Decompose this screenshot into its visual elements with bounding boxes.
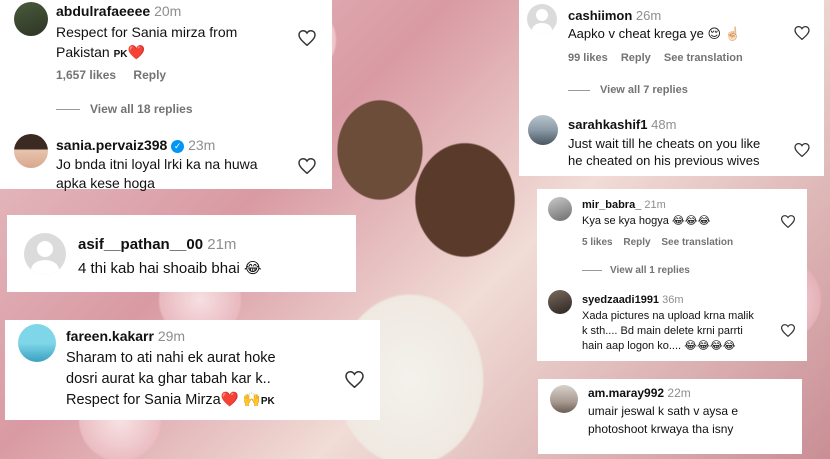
- comment-text: Sharam to ati nahi ek aurat hoke dosri a…: [66, 350, 276, 408]
- username[interactable]: mir_babra_: [582, 199, 641, 211]
- see-translation-link[interactable]: See translation: [661, 237, 733, 248]
- comment-text: Just wait till he cheats on you like he …: [568, 136, 761, 168]
- username[interactable]: syedzaadi1991: [582, 294, 659, 306]
- relieved-face-emoji: 😌: [707, 26, 722, 41]
- see-translation-link[interactable]: See translation: [664, 52, 743, 64]
- red-heart-emoji: ❤️: [220, 392, 239, 408]
- comment-text: Xada pictures na upload krna malik k sth…: [582, 310, 754, 352]
- timestamp: 48m: [651, 117, 677, 132]
- avatar[interactable]: [14, 2, 48, 36]
- avatar[interactable]: [548, 197, 572, 221]
- timestamp: 20m: [154, 3, 182, 19]
- comment-meta: 5 likes Reply See translation: [582, 237, 733, 248]
- comment-text: Aapko v cheat krega ye 😌 ☝🏻: [568, 26, 741, 41]
- comment-header: asif__pathan__00 21m: [78, 236, 236, 253]
- divider: [568, 89, 590, 91]
- view-replies-link[interactable]: View all 1 replies: [582, 265, 690, 276]
- username[interactable]: sania.pervaiz398: [56, 137, 167, 153]
- red-heart-emoji: ❤️: [127, 44, 145, 60]
- timestamp: 23m: [188, 137, 216, 153]
- crying-laughing-emoji: 😂: [697, 340, 710, 352]
- comment-header: am.maray992 22m: [588, 386, 691, 400]
- comment-card-fareen-kakarr: fareen.kakarr 29m Sharam to ati nahi ek …: [5, 320, 380, 420]
- avatar[interactable]: [14, 134, 48, 168]
- comment-header: mir_babra_ 21m: [582, 199, 666, 211]
- like-heart-icon[interactable]: [298, 30, 316, 46]
- comment-card-mir-babra: mir_babra_ 21m Kya se kya hogya 😂😂😂 5 li…: [537, 189, 807, 361]
- crying-laughing-emoji: 😂: [709, 340, 723, 352]
- reply-button[interactable]: Reply: [623, 237, 650, 248]
- view-replies-link[interactable]: View all 18 replies: [56, 102, 193, 116]
- username[interactable]: am.maray992: [588, 386, 664, 400]
- comment-header: sarahkashif1 48m: [568, 117, 676, 132]
- pakistan-flag-icon: PK: [260, 396, 275, 407]
- like-heart-icon[interactable]: [298, 158, 316, 174]
- timestamp: 26m: [635, 8, 662, 23]
- avatar[interactable]: [18, 324, 56, 362]
- username[interactable]: fareen.kakarr: [66, 328, 154, 344]
- divider: [56, 109, 80, 111]
- crying-laughing-emoji: 😂: [684, 340, 697, 352]
- crying-laughing-emoji: 😂: [684, 215, 698, 227]
- pakistan-flag-icon: PK: [113, 49, 128, 60]
- like-heart-icon[interactable]: [781, 215, 795, 228]
- comment-text: 4 thi kab hai shoaib bhai 😂: [78, 260, 262, 277]
- username[interactable]: sarahkashif1: [568, 117, 648, 132]
- like-heart-icon[interactable]: [345, 371, 364, 388]
- username[interactable]: asif__pathan__00: [78, 236, 203, 253]
- timestamp: 29m: [157, 328, 186, 344]
- comment-card-cashiimon: cashiimon 26m Aapko v cheat krega ye 😌 ☝…: [519, 0, 824, 176]
- avatar[interactable]: [548, 290, 572, 314]
- comment-header: sania.pervaiz398 ✓ 23m: [56, 137, 215, 153]
- pointing-up-emoji: ☝🏻: [724, 26, 741, 41]
- comment-card-am-maray992: am.maray992 22m umair jeswal k sath v ay…: [538, 379, 802, 454]
- verified-badge-icon: ✓: [171, 139, 185, 153]
- username[interactable]: cashiimon: [568, 8, 632, 23]
- like-count[interactable]: 99 likes: [568, 52, 608, 64]
- timestamp: 21m: [644, 199, 666, 211]
- comment-card-abdulrafaeeee: abdulrafaeeee 20m Respect for Sania mirz…: [0, 0, 332, 191]
- username[interactable]: abdulrafaeeee: [56, 3, 150, 19]
- crying-laughing-emoji: 😂: [243, 260, 262, 277]
- crying-laughing-emoji: 😂: [697, 215, 711, 227]
- timestamp: 22m: [667, 386, 691, 400]
- like-count[interactable]: 1,657 likes: [56, 68, 116, 82]
- comment-header: fareen.kakarr 29m: [66, 328, 185, 344]
- comment-header: syedzaadi1991 36m: [582, 294, 684, 306]
- comment-header: cashiimon 26m: [568, 8, 661, 23]
- default-avatar-icon[interactable]: [24, 233, 66, 275]
- like-count[interactable]: 5 likes: [582, 237, 613, 248]
- reply-button[interactable]: Reply: [621, 52, 651, 64]
- divider: [582, 269, 602, 271]
- comment-header: abdulrafaeeee 20m: [56, 3, 181, 19]
- comment-card-asif-pathan: asif__pathan__00 21m 4 thi kab hai shoai…: [7, 215, 356, 292]
- comment-meta: 99 likes Reply See translation: [568, 52, 743, 64]
- default-avatar-icon[interactable]: [527, 4, 557, 34]
- crying-laughing-emoji: 😂: [722, 340, 736, 352]
- like-heart-icon[interactable]: [794, 26, 810, 40]
- reply-button[interactable]: Reply: [133, 68, 166, 82]
- comment-text: Kya se kya hogya 😂😂😂: [582, 215, 711, 227]
- like-heart-icon[interactable]: [794, 143, 810, 157]
- avatar[interactable]: [550, 385, 578, 413]
- like-heart-icon[interactable]: [781, 324, 795, 337]
- timestamp: 36m: [662, 294, 684, 306]
- comment-text: Respect for Sania mirza from Pakistan PK…: [56, 24, 238, 60]
- crying-laughing-emoji: 😂: [671, 215, 685, 227]
- raising-hands-emoji: 🙌: [242, 392, 261, 408]
- timestamp: 21m: [207, 236, 237, 253]
- view-replies-link[interactable]: View all 7 replies: [568, 84, 688, 96]
- avatar[interactable]: [528, 115, 558, 145]
- comment-text: Jo bnda itni loyal lrki ka na huwa apka …: [56, 156, 258, 191]
- comment-text: umair jeswal k sath v aysa e photoshoot …: [588, 404, 739, 436]
- comment-meta: 1,657 likes Reply: [56, 68, 166, 82]
